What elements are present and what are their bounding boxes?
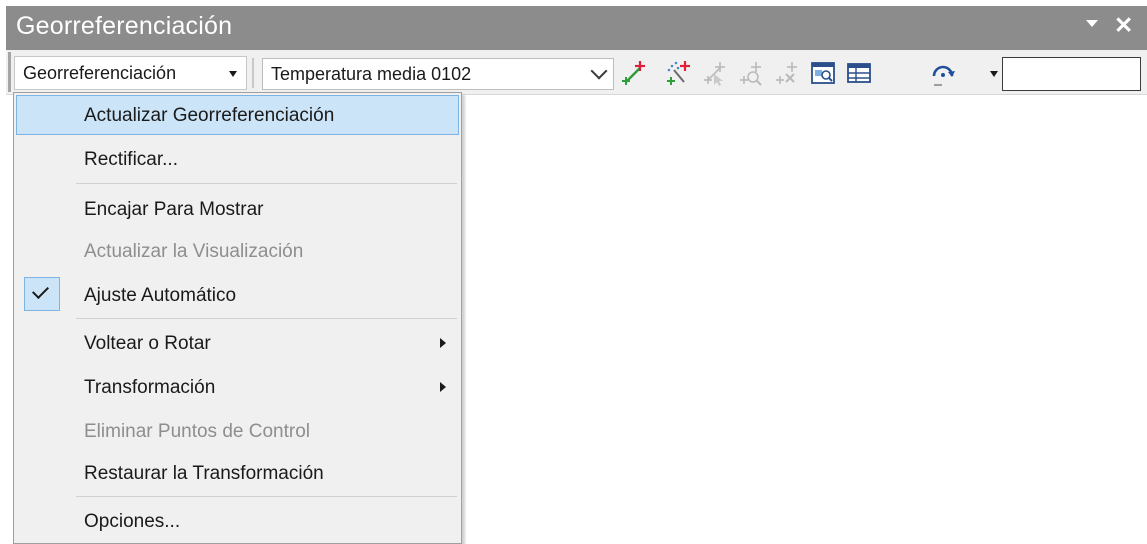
submenu-arrow-icon xyxy=(440,382,446,392)
viewer-icon[interactable] xyxy=(808,58,838,88)
menu-item-eliminar-puntos-de-control: Eliminar Puntos de Control xyxy=(16,411,459,451)
zoom-to-selected-link-icon xyxy=(736,58,766,88)
submenu-arrow-icon xyxy=(440,338,446,348)
menu-item-opciones[interactable]: Opciones... xyxy=(16,501,459,541)
layer-select-value: Temperatura media 0102 xyxy=(271,64,472,84)
window-title: Georreferenciación xyxy=(16,12,233,40)
rotate-dropdown-caret-icon[interactable] xyxy=(990,71,998,77)
menu-item-actualizar-georreferenciacion[interactable]: Actualizar Georreferenciación xyxy=(16,95,459,135)
toolbar-separator xyxy=(252,58,254,88)
georeferencing-window: Georreferenciación ✕ Georreferenciación … xyxy=(0,0,1147,544)
chevron-down-icon xyxy=(590,62,608,80)
select-link-icon xyxy=(700,58,730,88)
menu-item-actualizar-visualizacion: Actualizar la Visualización xyxy=(16,231,459,271)
menu-caret-icon xyxy=(229,71,237,77)
checked-state-box xyxy=(24,277,60,311)
checkmark-icon xyxy=(32,282,49,299)
auto-registration-icon[interactable] xyxy=(664,58,694,88)
menu-item-transformacion[interactable]: Transformación xyxy=(16,367,459,407)
layer-select[interactable]: Temperatura media 0102 xyxy=(262,58,614,90)
georeferencing-menu-label: Georreferenciación xyxy=(23,63,177,83)
toolbar-grip[interactable] xyxy=(8,52,11,92)
delete-link-icon xyxy=(772,58,802,88)
menu-item-voltear-o-rotar[interactable]: Voltear o Rotar xyxy=(16,323,459,363)
rotate-icon[interactable] xyxy=(928,58,958,88)
menu-divider xyxy=(76,496,457,497)
menu-item-label: Opciones... xyxy=(84,511,181,532)
menu-item-label: Actualizar la Visualización xyxy=(84,241,304,262)
menu-item-rectificar[interactable]: Rectificar... xyxy=(16,139,459,179)
georeferencing-dropdown-menu: Actualizar Georreferenciación Rectificar… xyxy=(13,92,462,544)
menu-item-label: Ajuste Automático xyxy=(84,285,237,306)
menu-item-label: Eliminar Puntos de Control xyxy=(84,421,310,442)
georeferencing-menu-button[interactable]: Georreferenciación xyxy=(14,56,247,90)
menu-divider xyxy=(76,183,457,184)
rotation-angle-input[interactable] xyxy=(1002,57,1141,91)
menu-item-label: Actualizar Georreferenciación xyxy=(84,105,335,126)
menu-item-restaurar-transformacion[interactable]: Restaurar la Transformación xyxy=(16,453,459,493)
close-icon[interactable]: ✕ xyxy=(1114,12,1133,38)
window-options-chevron-icon[interactable] xyxy=(1086,20,1098,27)
menu-item-ajuste-automatico[interactable]: Ajuste Automático xyxy=(16,275,459,315)
menu-item-label: Encajar Para Mostrar xyxy=(84,199,264,220)
menu-item-label: Rectificar... xyxy=(84,149,178,170)
title-bar[interactable]: Georreferenciación ✕ xyxy=(0,0,1147,50)
add-control-points-icon[interactable] xyxy=(620,58,650,88)
menu-divider xyxy=(76,318,457,319)
menu-item-label: Transformación xyxy=(84,377,216,398)
menu-item-encajar-para-mostrar[interactable]: Encajar Para Mostrar xyxy=(16,189,459,229)
menu-item-label: Voltear o Rotar xyxy=(84,333,211,354)
menu-item-label: Restaurar la Transformación xyxy=(84,463,324,484)
link-table-icon[interactable] xyxy=(844,58,874,88)
